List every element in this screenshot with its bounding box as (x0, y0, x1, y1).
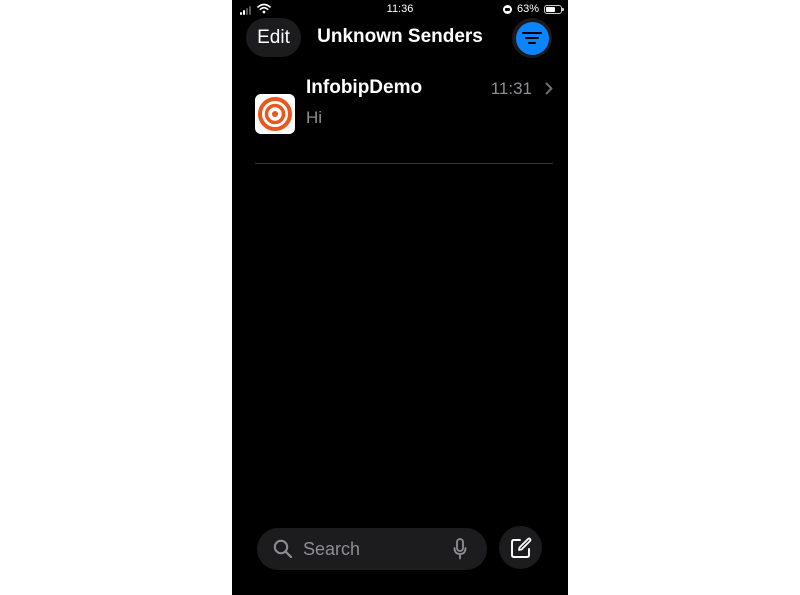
message-row[interactable]: InfobipDemo 11:31 Hi (232, 70, 568, 164)
filter-lines-icon (522, 32, 542, 44)
search-icon (273, 539, 293, 559)
compose-button[interactable] (499, 526, 542, 569)
avatar (255, 94, 295, 134)
microphone-icon[interactable] (453, 538, 467, 560)
message-preview: Hi (306, 108, 323, 127)
divider (255, 163, 553, 164)
status-bar: 11:36 63% (232, 0, 568, 20)
sender-name: InfobipDemo (306, 77, 423, 98)
battery-fill (546, 6, 555, 12)
phone-screen: 11:36 63% Edit Unknown Senders InfobipDe… (232, 0, 568, 595)
compose-icon (510, 537, 531, 558)
status-right: 63% (502, 3, 564, 15)
search-input[interactable]: Search (257, 528, 487, 570)
orientation-lock-icon (502, 4, 512, 14)
search-placeholder: Search (303, 539, 361, 559)
filter-button[interactable] (512, 18, 552, 58)
infobip-logo-icon (258, 97, 292, 131)
message-time: 11:31 (490, 79, 532, 98)
chevron-right-icon (545, 82, 553, 95)
battery-percent: 63% (516, 3, 539, 15)
battery-icon (544, 4, 564, 14)
filter-button-fill (515, 21, 549, 55)
